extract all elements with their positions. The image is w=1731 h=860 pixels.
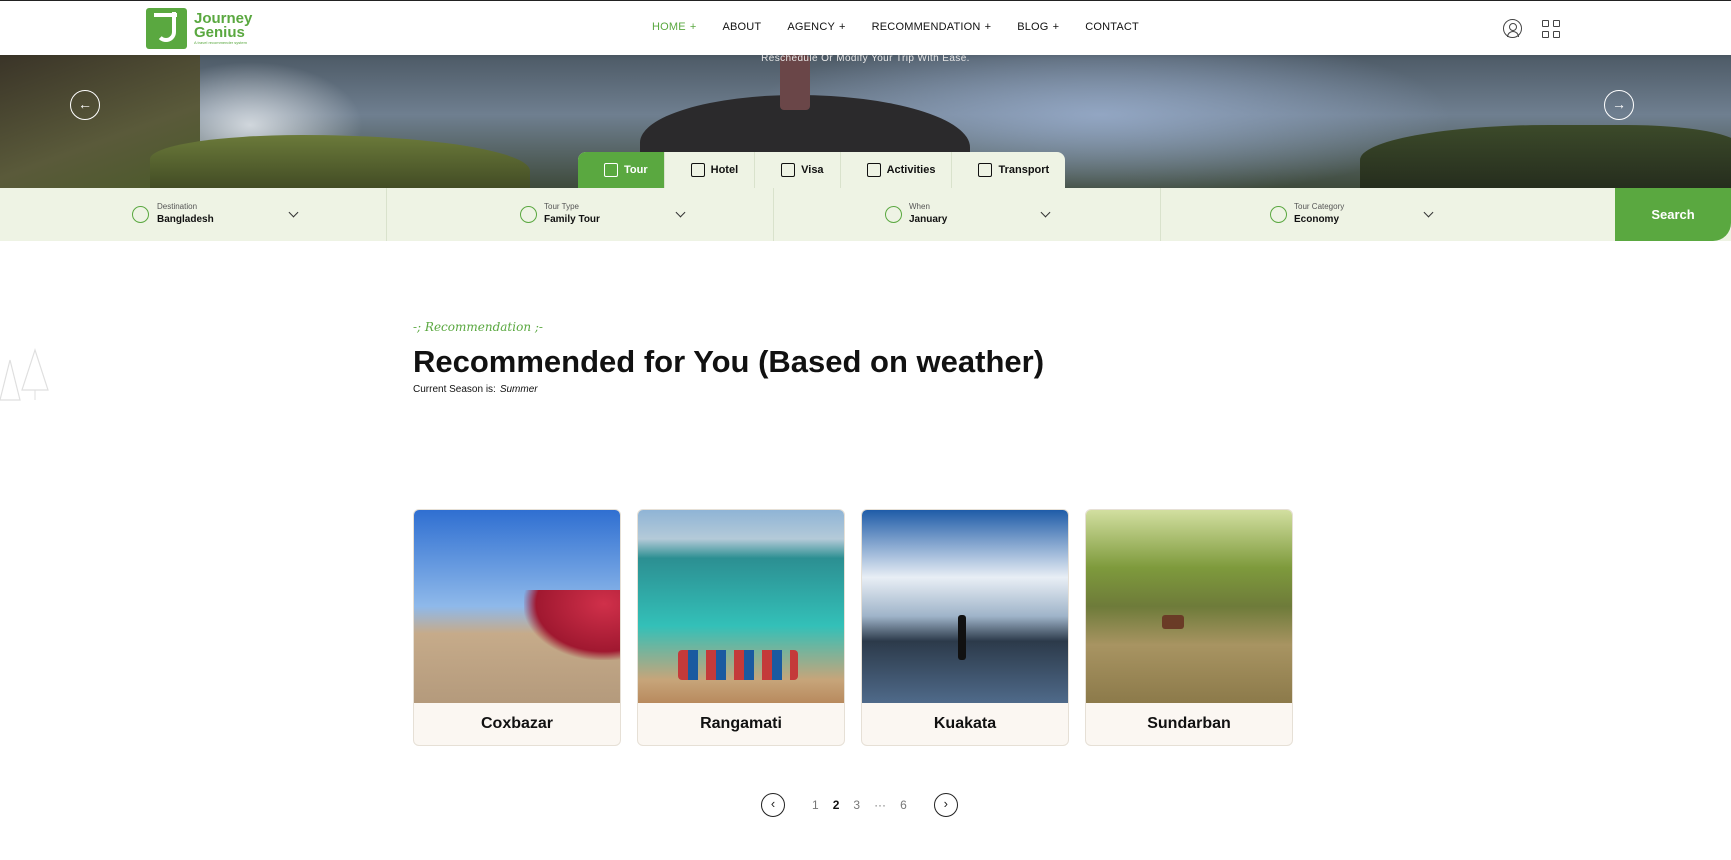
hero-caption: Reschedule Or Modify Your Trip With Ease… [761, 55, 970, 64]
clock-icon [885, 206, 902, 223]
tab-label: Tour [624, 164, 648, 176]
hero-image-right [1360, 125, 1731, 188]
nav-item-agency[interactable]: AGENCY + [787, 21, 845, 33]
nav-item-contact[interactable]: CONTACT [1085, 21, 1139, 33]
tab-label: Visa [801, 164, 824, 176]
destination-image [862, 510, 1068, 703]
field-value: January [909, 214, 948, 225]
pagination: ‹ 1 2 3 ··· 6 › [761, 793, 958, 817]
location-pin-icon [132, 206, 149, 223]
nav-label: HOME [652, 21, 686, 33]
plus-icon: + [984, 21, 992, 33]
destination-card-kuakata[interactable]: Kuakata [861, 509, 1069, 746]
field-value: Economy [1294, 214, 1340, 225]
destination-name: Kuakata [933, 715, 997, 732]
tour-category-icon [1270, 206, 1287, 223]
destination-image [414, 510, 620, 703]
field-label: When [909, 202, 930, 211]
season-label: Current Season is: [413, 384, 496, 395]
logo-text: Journey Genius A travel recommender syst… [194, 11, 252, 46]
main-nav: HOME + ABOUT AGENCY + RECOMMENDATION + BLOG… [652, 21, 1165, 33]
nav-label: AGENCY [787, 21, 835, 33]
chevron-down-icon [288, 207, 299, 218]
chevron-down-icon [1423, 207, 1434, 218]
tab-tour[interactable]: Tour [578, 152, 665, 188]
grid-icon[interactable] [1542, 20, 1561, 39]
tour-type-select[interactable]: Tour Type Family Tour [387, 188, 774, 241]
activities-icon [866, 163, 881, 177]
transport-icon [978, 163, 993, 177]
logo[interactable]: Journey Genius A travel recommender syst… [146, 8, 252, 49]
section-title: Recommended for You (Based on weather) [413, 344, 1045, 379]
next-page-icon[interactable]: › [933, 793, 958, 817]
search-button[interactable]: Search [1615, 188, 1731, 241]
field-label: Destination [157, 202, 198, 211]
tab-label: Hotel [710, 164, 739, 176]
tour-type-icon [520, 206, 537, 223]
nav-label: RECOMMENDATION [871, 21, 981, 33]
plus-icon: + [839, 21, 846, 33]
field-label: Tour Type [544, 202, 579, 211]
chevron-down-icon [1040, 207, 1051, 218]
user-icon[interactable] [1503, 19, 1522, 38]
tab-transport[interactable]: Transport [952, 152, 1065, 188]
logo-name-line2: Genius [194, 23, 245, 41]
site-header: Journey Genius A travel recommender syst… [0, 0, 1731, 55]
season-value: Summer [499, 384, 538, 395]
nav-item-recommendation[interactable]: RECOMMENDATION + [872, 21, 992, 33]
visa-icon [781, 163, 796, 177]
tab-label: Activities [886, 164, 936, 176]
decorative-trees-icon [0, 348, 49, 401]
destination-name: Rangamati [700, 715, 782, 732]
eyebrow-label: Recommendation [424, 320, 532, 334]
tour-icon [604, 163, 618, 177]
when-select[interactable]: When January [774, 188, 1161, 241]
hotel-icon [690, 163, 705, 177]
destination-name: Coxbazar [480, 715, 554, 732]
page: Journey Genius A travel recommender syst… [0, 0, 1731, 860]
nav-label: BLOG [1017, 21, 1049, 33]
tab-hotel[interactable]: Hotel [665, 152, 756, 188]
section-eyebrow: -; Recommendation ;- [413, 320, 543, 334]
recommendation-cards: Coxbazar Rangamati Kuakata Sundarban [413, 509, 1309, 746]
search-bar: Destination Bangladesh Tour Type Family … [0, 188, 1731, 241]
tab-visa[interactable]: Visa [755, 152, 841, 188]
page-link[interactable]: 3 [853, 798, 860, 812]
destination-image [638, 510, 844, 703]
page-link[interactable]: 1 [812, 798, 819, 812]
nav-item-home[interactable]: HOME + [652, 21, 696, 33]
nav-label: CONTACT [1085, 21, 1139, 33]
chevron-down-icon [675, 207, 686, 218]
plus-icon: + [689, 21, 697, 33]
nav-item-about[interactable]: ABOUT [722, 21, 761, 33]
page-ellipsis: ··· [874, 798, 887, 812]
nav-label: ABOUT [722, 21, 762, 33]
destination-card-coxbazar[interactable]: Coxbazar [413, 509, 621, 746]
plus-icon: + [1052, 21, 1060, 33]
tab-label: Transport [998, 164, 1050, 176]
booking-tabs: Tour Hotel Visa Activities Transport [578, 152, 1066, 188]
page-link[interactable]: 6 [900, 798, 907, 812]
destination-image [1086, 510, 1292, 703]
page-link-current[interactable]: 2 [833, 798, 840, 812]
field-value: Bangladesh [157, 214, 214, 225]
tour-category-select[interactable]: Tour Category Economy [1161, 188, 1615, 241]
field-label: Tour Category [1294, 202, 1345, 211]
destination-name: Sundarban [1147, 715, 1231, 732]
destination-select[interactable]: Destination Bangladesh [0, 188, 387, 241]
nav-item-blog[interactable]: BLOG + [1017, 21, 1059, 33]
hero-image-grass [150, 135, 530, 188]
hero-prev-arrow-icon[interactable]: ← [70, 90, 100, 120]
prev-page-icon[interactable]: ‹ [761, 793, 785, 817]
field-value: Family Tour [544, 214, 600, 225]
logo-tagline: A travel recommender system [194, 39, 247, 45]
logo-mark-icon [146, 8, 187, 49]
current-season: Current Season is: Summer [413, 384, 538, 395]
tab-activities[interactable]: Activities [841, 152, 953, 188]
destination-card-rangamati[interactable]: Rangamati [637, 509, 845, 746]
hero-next-arrow-icon[interactable]: → [1604, 90, 1634, 120]
destination-card-sundarban[interactable]: Sundarban [1085, 509, 1293, 746]
